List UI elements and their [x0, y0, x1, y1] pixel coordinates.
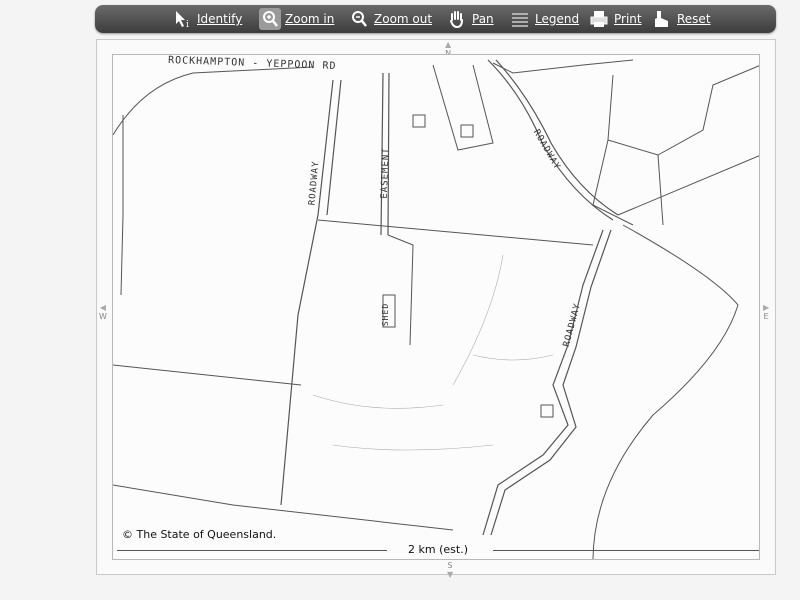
compass-south-label: S [447, 561, 453, 570]
reset-icon [651, 8, 673, 30]
zoom-in-icon [259, 8, 281, 30]
compass-east[interactable]: ▶ E [763, 303, 769, 321]
compass-east-label: E [763, 312, 769, 321]
reset-label: Reset [677, 12, 711, 26]
map-contour-line [452, 254, 504, 386]
map-contour-line [312, 394, 444, 409]
map-boundary-line [113, 66, 314, 136]
pan-west-arrow-icon: ◀ [99, 303, 107, 312]
pan-tool[interactable]: Pan [446, 7, 494, 31]
map-building-mark [540, 404, 554, 418]
compass-south[interactable]: S ▼ [447, 561, 453, 579]
pan-south-arrow-icon: ▼ [447, 570, 454, 579]
scale-label: 2 km (est.) [408, 543, 468, 556]
map-boundary-line [592, 224, 739, 559]
map-view[interactable] [112, 54, 760, 560]
map-boundary-line [387, 234, 414, 346]
svg-text:i: i [186, 20, 189, 30]
map-toolbar: i Identify Zoom in Zoom out Pan Legend P… [95, 5, 776, 33]
zoom-out-tool[interactable]: Zoom out [348, 7, 432, 31]
map-road-line [495, 59, 619, 216]
pan-east-arrow-icon: ▶ [763, 303, 770, 312]
printer-icon [588, 8, 610, 30]
zoom-out-icon [348, 8, 370, 30]
legend-tool[interactable]: Legend [509, 7, 579, 31]
scale-bar: 2 km (est.) [117, 543, 759, 556]
map-building-mark [460, 124, 474, 138]
compass-west-label: W [99, 312, 107, 321]
identify-label: Identify [197, 12, 243, 26]
map-boundary-line [657, 154, 664, 226]
map-road-line [487, 59, 614, 221]
map-boundary-line [317, 219, 594, 246]
zoom-in-label: Zoom in [285, 12, 335, 26]
pan-hand-icon [446, 8, 468, 30]
print-tool[interactable]: Print [588, 7, 642, 31]
pan-north-arrow-icon: ▲ [445, 40, 452, 49]
map-boundary-line [617, 155, 759, 216]
map-boundary-line [113, 484, 454, 531]
pan-label: Pan [472, 12, 494, 26]
identify-icon: i [171, 8, 193, 30]
legend-label: Legend [535, 12, 580, 26]
map-boundary-line [492, 59, 634, 74]
shed-label: SHED [381, 302, 391, 327]
map-contour-line [472, 354, 554, 361]
easement-label: EASEMENT [379, 147, 392, 199]
map-boundary-line [120, 115, 124, 296]
zoom-out-label: Zoom out [374, 12, 433, 26]
map-road-line [280, 79, 334, 506]
map-building-mark [412, 114, 426, 128]
map-contour-line [332, 444, 494, 451]
legend-icon [509, 8, 531, 30]
compass-west[interactable]: ◀ W [99, 303, 107, 321]
map-road-line [326, 79, 342, 216]
copyright-notice: © The State of Queensland. [122, 528, 277, 541]
map-road-line [482, 229, 604, 536]
zoom-in-tool[interactable]: Zoom in [259, 7, 334, 31]
print-label: Print [614, 12, 642, 26]
map-drawing [113, 59, 759, 559]
map-boundary-line [607, 65, 759, 156]
reset-tool[interactable]: Reset [651, 7, 711, 31]
map-road-line [490, 229, 612, 536]
identify-tool[interactable]: i Identify [171, 7, 242, 31]
map-boundary-line [113, 364, 302, 386]
